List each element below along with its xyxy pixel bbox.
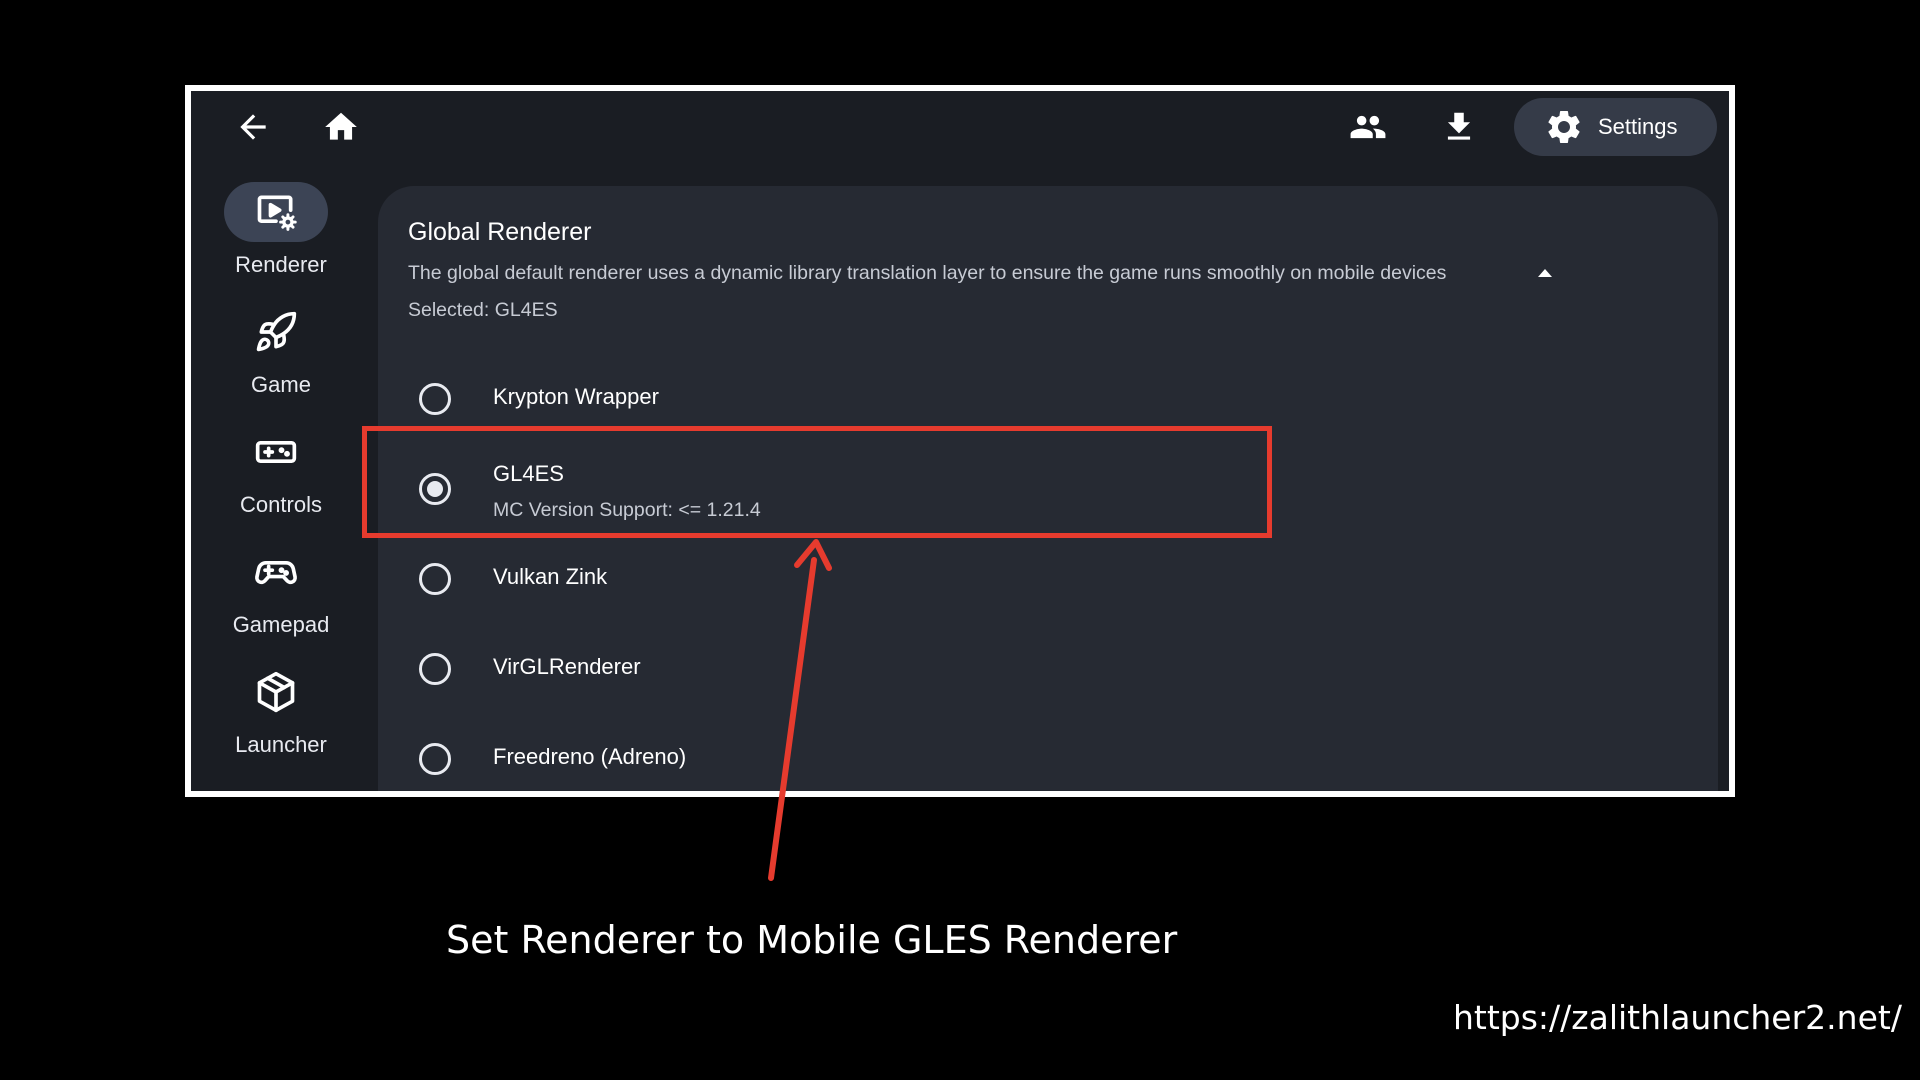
option-label: Krypton Wrapper [493,384,659,409]
renderer-option-virglrenderer[interactable]: VirGLRenderer [408,626,1408,706]
settings-button[interactable]: Settings [1514,98,1717,156]
radio-button[interactable] [419,653,451,685]
download-icon [1447,112,1471,140]
chevron-up-icon [1538,269,1552,277]
keyboard-controls-icon [255,441,297,463]
option-label: VirGLRenderer [493,654,641,679]
gamepad-icon [255,561,297,585]
cube-box-icon [257,671,295,713]
sidebar: Renderer Game Controls Gamepad Launcher [191,162,371,791]
renderer-option-vulkan-zink[interactable]: Vulkan Zink [408,536,1408,616]
accounts-button[interactable] [1346,105,1390,149]
sidebar-label-renderer: Renderer [235,252,327,277]
nav-pill [224,182,328,242]
top-bar: Settings [191,91,1729,162]
radio-button[interactable] [419,563,451,595]
option-label: Freedreno (Adreno) [493,744,687,769]
sidebar-item-launcher[interactable]: Launcher [191,662,371,772]
option-label: Vulkan Zink [493,564,608,589]
sidebar-label-gamepad: Gamepad [232,612,330,637]
nav-pill [224,662,328,722]
section-title: Global Renderer [408,218,592,246]
instruction-caption: Set Renderer to Mobile GLES Renderer [446,918,1178,962]
arrow-left-icon [240,114,266,140]
radio-button[interactable] [419,743,451,775]
nav-pill [224,422,328,482]
gear-icon [1548,110,1580,143]
renderer-video-settings-icon [257,195,297,231]
sidebar-label-launcher: Launcher [235,732,327,757]
renderer-option-krypton-wrapper[interactable]: Krypton Wrapper [408,356,1408,436]
website-url: https://zalithlauncher2.net/ [1453,998,1902,1037]
sidebar-item-controls[interactable]: Controls [191,422,371,532]
back-button[interactable] [231,105,275,149]
home-icon [325,112,357,140]
sidebar-item-game[interactable]: Game [191,302,371,412]
rocket-icon [256,311,297,352]
people-icon [1350,115,1386,139]
section-description: The global default renderer uses a dynam… [408,262,1447,284]
sidebar-label-controls: Controls [240,492,322,517]
renderer-option-freedreno-adreno[interactable]: Freedreno (Adreno) [408,716,1408,791]
nav-pill [224,542,328,602]
radio-button[interactable] [419,383,451,415]
sidebar-item-gamepad[interactable]: Gamepad [191,542,371,652]
home-button[interactable] [319,105,363,149]
selected-value: Selected: GL4ES [408,299,558,321]
download-button[interactable] [1437,105,1481,149]
nav-pill [224,302,328,362]
highlight-box [362,426,1272,538]
settings-label: Settings [1598,114,1678,139]
sidebar-item-renderer[interactable]: Renderer [191,182,371,292]
collapse-button[interactable] [1530,260,1560,286]
sidebar-label-game: Game [251,372,311,397]
